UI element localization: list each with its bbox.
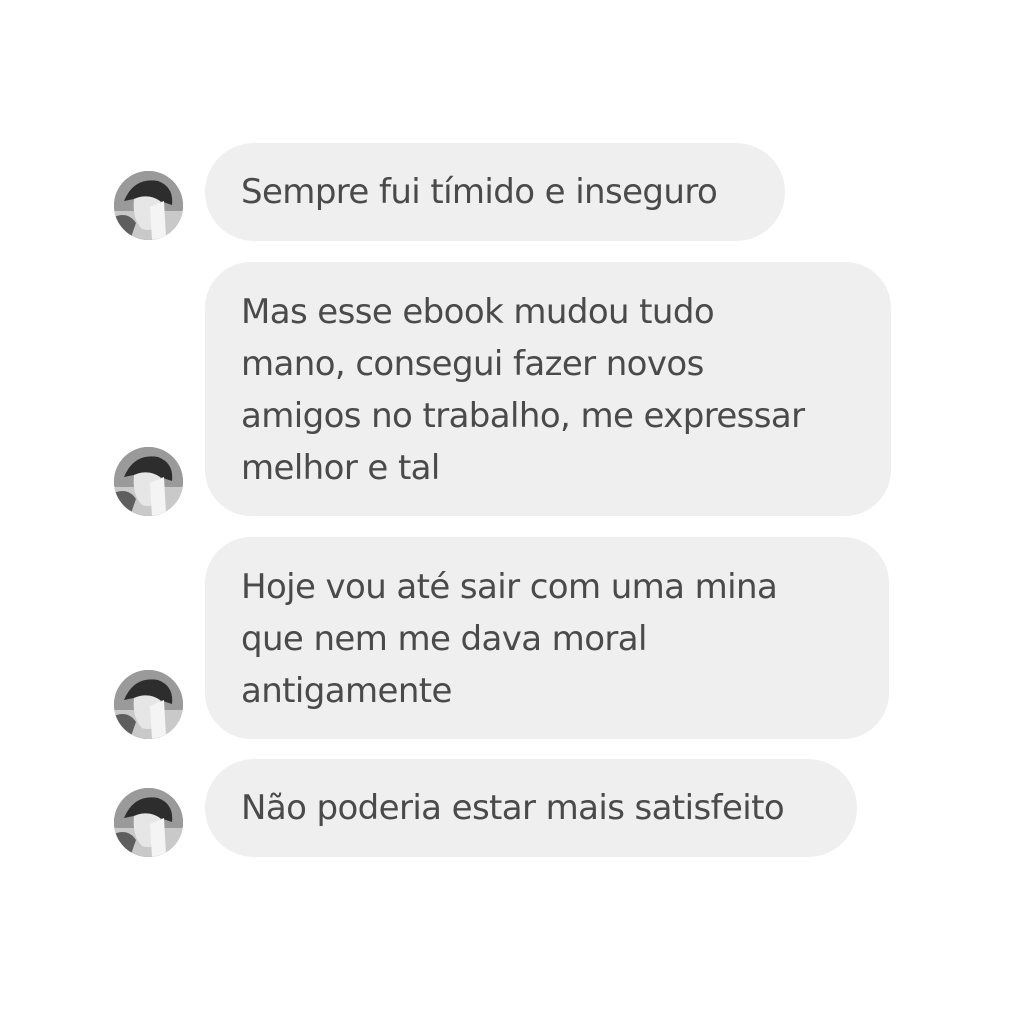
avatar-photo-icon (114, 670, 183, 739)
avatar-photo-icon (114, 788, 183, 857)
avatar-photo-icon (114, 447, 183, 516)
avatar[interactable] (114, 788, 183, 857)
avatar[interactable] (114, 447, 183, 516)
chat-conversation: Sempre fui tímido e inseguro Mas esse eb… (0, 0, 1024, 1024)
message-bubble[interactable]: Sempre fui tímido e inseguro (205, 143, 785, 241)
message-bubble[interactable]: Hoje vou até sair com uma mina que nem m… (205, 537, 889, 739)
avatar[interactable] (114, 670, 183, 739)
avatar-photo-icon (114, 171, 183, 240)
message-bubble[interactable]: Mas esse ebook mudou tudo mano, consegui… (205, 262, 891, 516)
message-bubble[interactable]: Não poderia estar mais satisfeito (205, 759, 857, 857)
avatar[interactable] (114, 171, 183, 240)
